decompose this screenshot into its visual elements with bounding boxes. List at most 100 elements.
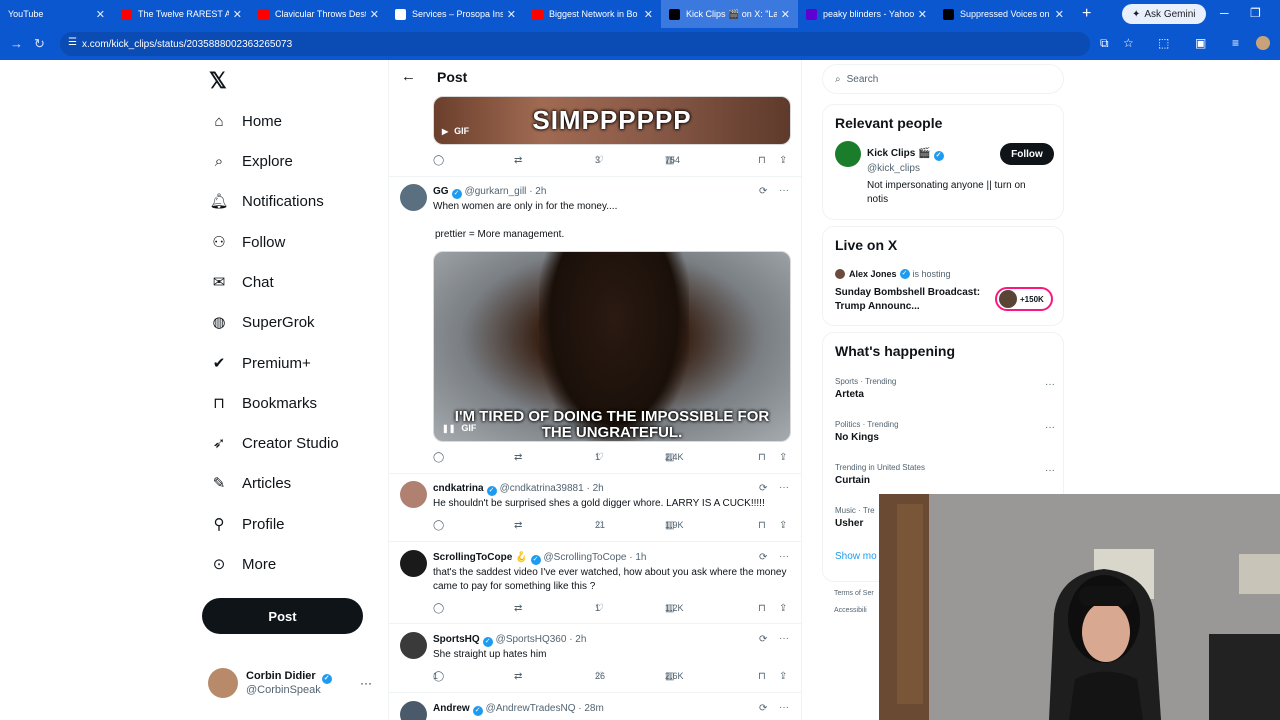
gif-media[interactable]: I'M TIRED OF DOING THE IMPOSSIBLE FOR TH…	[433, 251, 791, 442]
close-icon[interactable]: ✕	[233, 8, 242, 21]
browser-tab-active[interactable]: Kick Clips 🎬 on X: "La ✕	[661, 0, 798, 28]
space-title[interactable]: Sunday Bombshell Broadcast: Trump Announ…	[835, 286, 987, 314]
reload-icon[interactable]: ↻	[34, 36, 45, 52]
footer-link[interactable]: Terms of Ser	[834, 590, 874, 597]
tab-search-icon[interactable]: ≡	[1232, 36, 1239, 50]
more-dots-icon[interactable]: ···	[1045, 465, 1055, 476]
gif-media[interactable]: SIMPPPPPP ▶ GIF	[433, 96, 791, 145]
close-icon[interactable]: ✕	[370, 8, 379, 21]
browser-tab[interactable]: YouTube ✕	[0, 0, 113, 28]
browser-tab[interactable]: Biggest Network in Bo ✕	[524, 0, 661, 28]
more-dots-icon[interactable]: ···	[779, 551, 789, 562]
avatar[interactable]	[400, 184, 427, 211]
back-arrow-icon[interactable]: ←	[401, 68, 416, 85]
nav-home[interactable]: ⌂ Home	[208, 106, 282, 136]
nav-chat[interactable]: ✉ Chat	[208, 267, 274, 297]
url-field[interactable]: ☰ x.com/kick_clips/status/20358880023632…	[60, 32, 1090, 56]
author-handle[interactable]: @cndkatrina39881	[500, 483, 584, 494]
more-dots-icon[interactable]: ···	[779, 633, 789, 644]
nav-profile[interactable]: ⚲ Profile	[208, 509, 285, 539]
author-handle[interactable]: @kick_clips	[867, 163, 920, 174]
split-view-icon[interactable]: ▣	[1195, 36, 1206, 50]
close-icon[interactable]: ✕	[918, 8, 927, 21]
author-handle[interactable]: @AndrewTradesNQ	[486, 703, 576, 714]
x-logo-icon[interactable]: 𝕏	[209, 68, 227, 94]
nav-more[interactable]: ⊙ More	[208, 549, 276, 579]
nav-bookmarks[interactable]: ⊓ Bookmarks	[208, 388, 317, 418]
author-name[interactable]: cndkatrina	[433, 483, 484, 494]
play-icon[interactable]: ▶	[442, 127, 448, 136]
nav-creator-studio[interactable]: ➶ Creator Studio	[208, 428, 339, 458]
trend-item[interactable]: Sports · Trending Arteta ···	[835, 377, 1055, 400]
grok-icon[interactable]: ⟳	[759, 634, 767, 645]
grok-icon[interactable]: ⟳	[759, 186, 767, 197]
nav-notifications[interactable]: 🔔︎ Notifications	[208, 186, 323, 216]
nav-articles[interactable]: ✎ Articles	[208, 468, 291, 498]
avatar[interactable]	[400, 481, 427, 508]
footer-link[interactable]: Accessibili	[834, 607, 867, 614]
restore-icon[interactable]: ❐	[1250, 6, 1261, 20]
ask-gemini-button[interactable]: ✦ Ask Gemini	[1122, 4, 1206, 24]
star-icon[interactable]: ☆	[1123, 36, 1134, 50]
author-name[interactable]: ScrollingToCope 🪝	[433, 552, 528, 563]
author-handle[interactable]: @ScrollingToCope	[544, 552, 627, 563]
avatar[interactable]	[400, 550, 427, 577]
follow-button[interactable]: Follow	[1000, 143, 1054, 165]
grok-icon[interactable]: ⟳	[759, 703, 767, 714]
more-dots-icon[interactable]: ···	[1045, 422, 1055, 433]
close-icon[interactable]: ✕	[1055, 8, 1064, 21]
timestamp[interactable]: · 2h	[569, 634, 586, 645]
avatar[interactable]	[835, 141, 861, 167]
close-icon[interactable]: ✕	[96, 8, 105, 21]
extensions-icon[interactable]: ⬚	[1158, 36, 1169, 50]
post-timeline[interactable]: ← Post SIMPPPPPP ▶ GIF ◯ ⇄ ♡ 3 ▥ 754 ⊓ ⇪ G…	[388, 60, 802, 720]
listeners-pill[interactable]: +150K	[995, 287, 1053, 311]
timestamp[interactable]: · 1h	[629, 552, 646, 563]
author-handle[interactable]: @gurkarn_gill	[465, 186, 527, 197]
post-button[interactable]: Post	[202, 598, 363, 634]
timestamp[interactable]: · 28m	[578, 703, 604, 714]
nav-premium[interactable]: ✔ Premium+	[208, 348, 311, 378]
author-name[interactable]: GG	[433, 186, 449, 197]
grok-icon[interactable]: ⟳	[759, 483, 767, 494]
close-icon[interactable]: ✕	[644, 8, 653, 21]
more-dots-icon[interactable]: ···	[779, 482, 789, 493]
close-icon[interactable]: ✕	[507, 8, 516, 21]
author-name[interactable]: Kick Clips 🎬	[867, 148, 931, 159]
browser-tab[interactable]: Suppressed Voices on ✕	[935, 0, 1072, 28]
more-dots-icon[interactable]: ···	[779, 185, 789, 196]
account-switcher[interactable]: Corbin Didier ✓ @CorbinSpeak	[208, 668, 335, 698]
browser-tab[interactable]: Services – Prosopa Insi ✕	[387, 0, 524, 28]
avatar[interactable]	[400, 701, 427, 720]
trend-item[interactable]: Trending in United States Curtain ···	[835, 463, 1055, 486]
close-icon[interactable]: ✕	[781, 8, 790, 21]
author-name[interactable]: Andrew	[433, 703, 470, 714]
forward-icon[interactable]: →	[10, 36, 23, 51]
host-name[interactable]: Alex Jones	[849, 269, 897, 279]
nav-explore[interactable]: ⌕ Explore	[208, 146, 293, 176]
timestamp[interactable]: · 2h	[529, 186, 546, 197]
browser-tab[interactable]: peaky blinders - Yahoo ✕	[798, 0, 935, 28]
more-dots-icon[interactable]: ···	[1045, 379, 1055, 390]
browser-profile-avatar[interactable]	[1256, 36, 1270, 50]
grok-icon[interactable]: ⟳	[759, 552, 767, 563]
search-input[interactable]: ⌕ Search	[822, 64, 1064, 94]
trend-item[interactable]: Politics · Trending No Kings ···	[835, 420, 1055, 443]
show-more-link[interactable]: Show mo	[835, 551, 877, 562]
pause-icon[interactable]: ❚❚	[442, 424, 455, 433]
minimize-icon[interactable]: ─	[1220, 6, 1229, 20]
browser-tab[interactable]: The Twelve RAREST An ✕	[113, 0, 250, 28]
author-name[interactable]: SportsHQ	[433, 634, 480, 645]
browser-tab[interactable]: Clavicular Throws Dest ✕	[250, 0, 387, 28]
avatar[interactable]	[400, 632, 427, 659]
more-dots-icon[interactable]: ···	[779, 702, 789, 713]
install-icon[interactable]: ⧉	[1100, 36, 1109, 51]
nav-follow[interactable]: ⚇ Follow	[208, 227, 285, 257]
new-tab-icon[interactable]: +	[1082, 5, 1091, 23]
like-count: 26	[595, 671, 606, 681]
more-dots-icon[interactable]: ···	[360, 676, 372, 690]
nav-supergrok[interactable]: ◍ SuperGrok	[208, 307, 314, 337]
timestamp[interactable]: · 2h	[586, 483, 603, 494]
author-handle[interactable]: @SportsHQ360	[496, 634, 567, 645]
site-info-icon[interactable]: ☰	[68, 37, 77, 48]
